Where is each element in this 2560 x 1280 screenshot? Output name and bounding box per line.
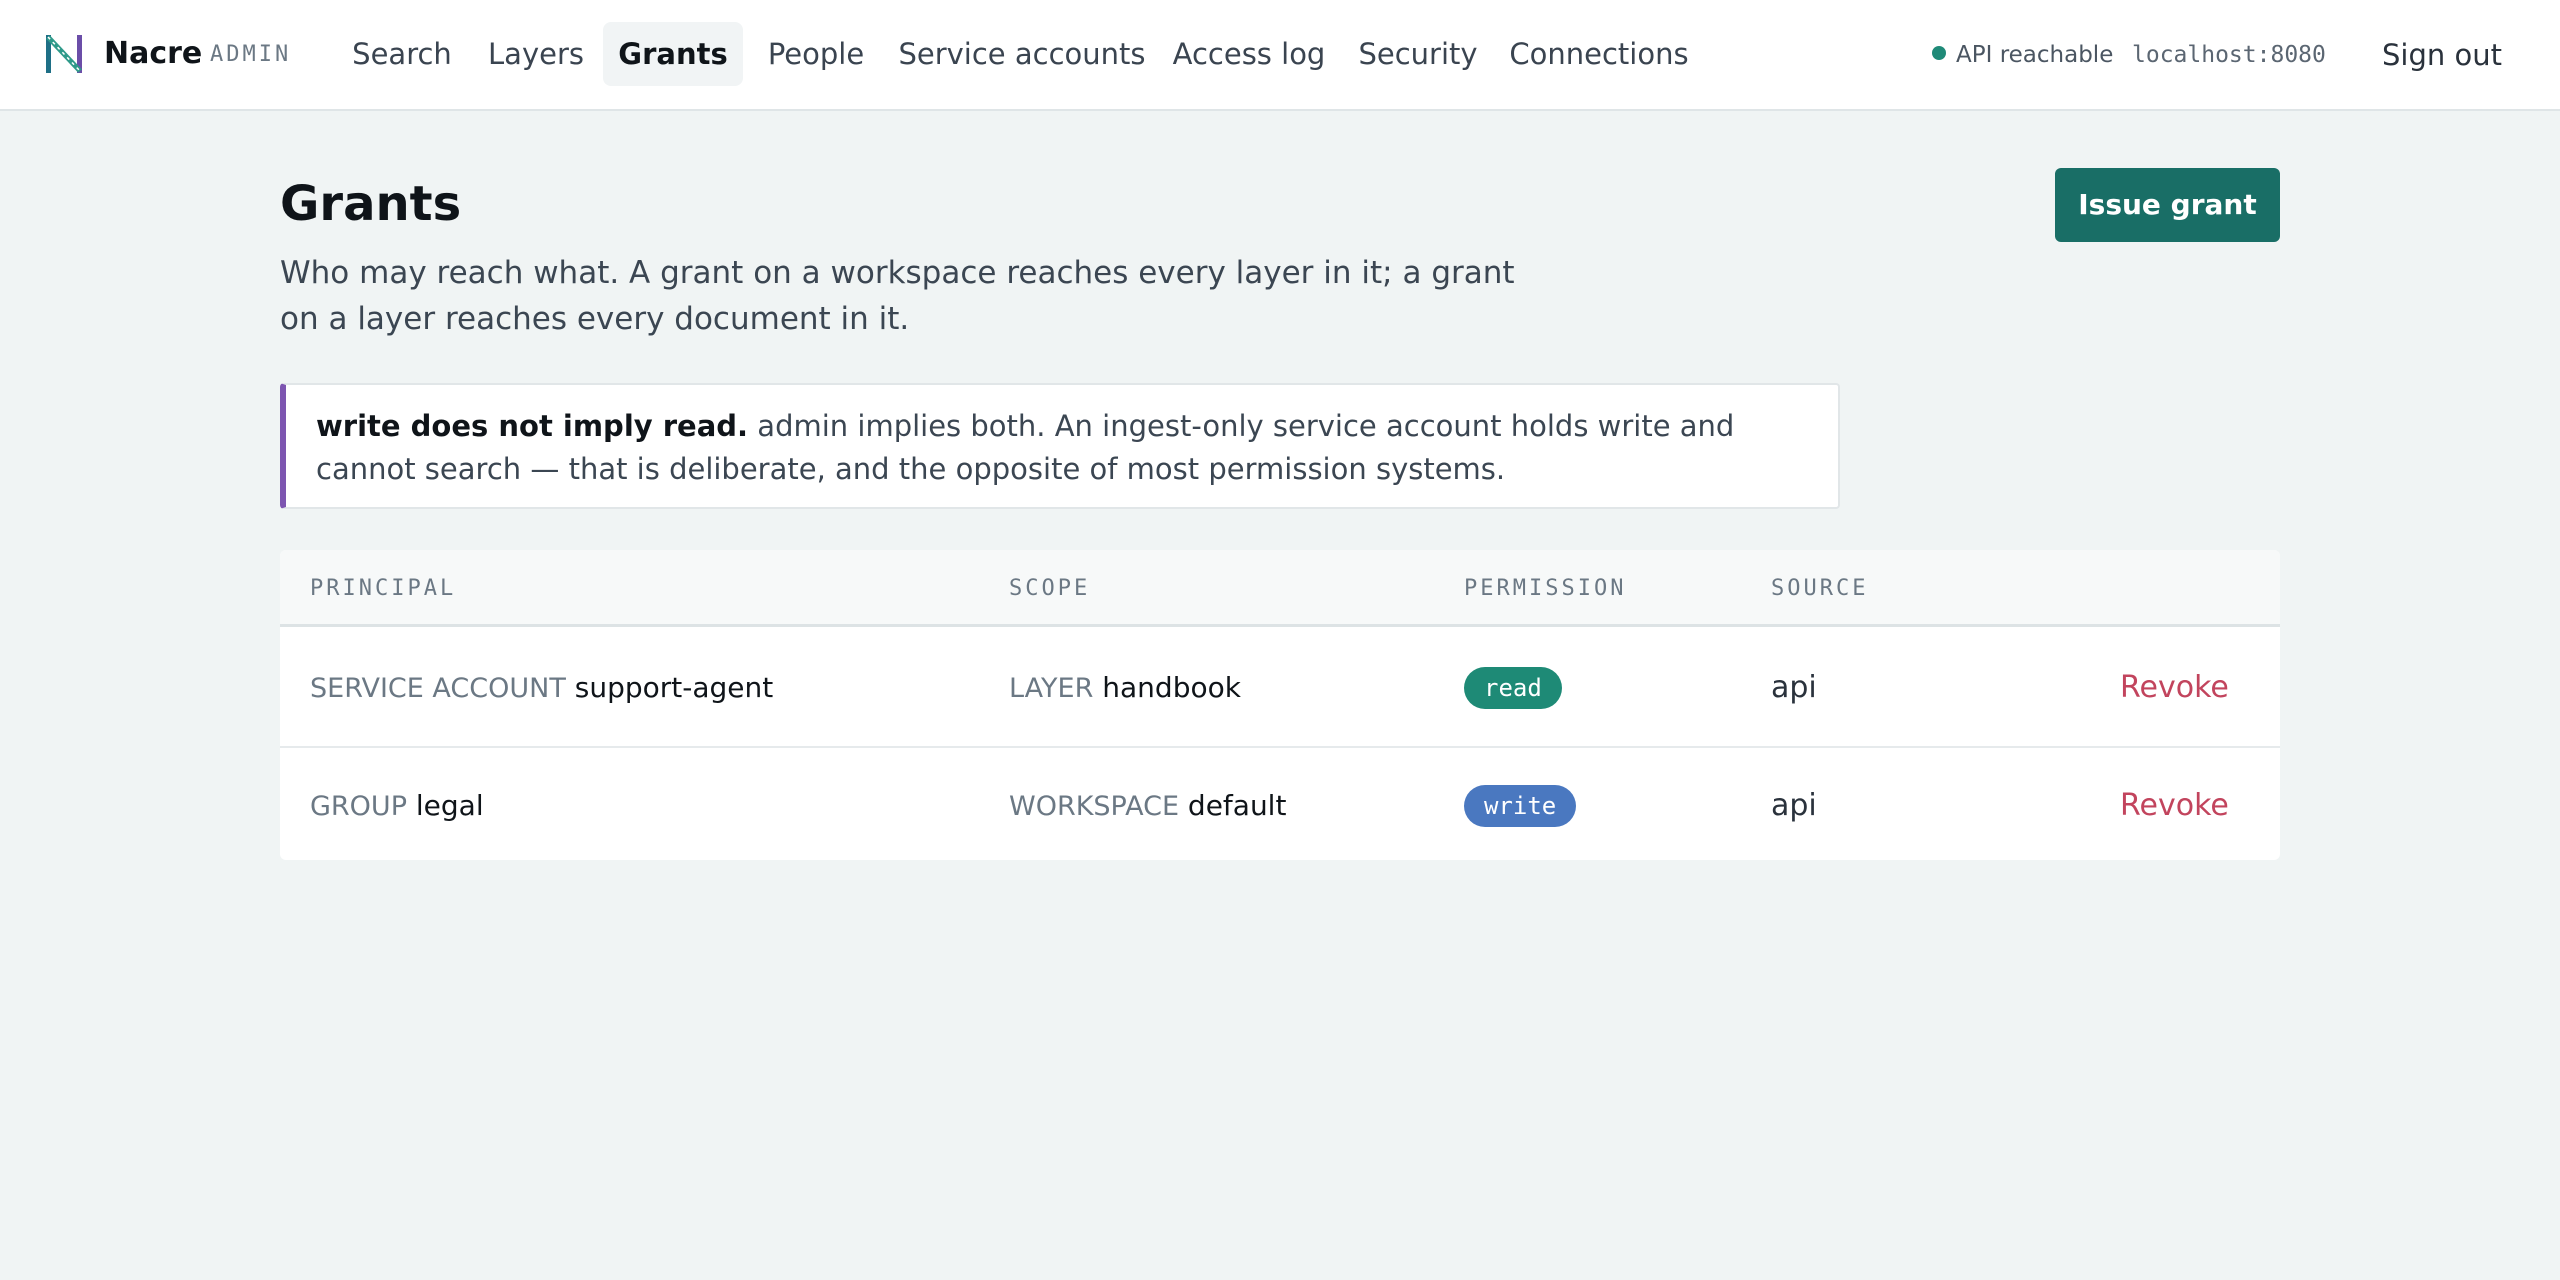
scope-name: default <box>1187 789 1287 822</box>
sign-out-button[interactable]: Sign out <box>2372 30 2512 80</box>
grants-table: PRINCIPAL SCOPE PERMISSION SOURCE SERVIC… <box>280 550 2280 860</box>
table-row: SERVICE ACCOUNT support-agent LAYER hand… <box>280 630 2280 746</box>
callout-heading: write does not imply read. <box>316 409 749 443</box>
page-description: Who may reach what. A grant on a workspa… <box>280 255 1515 337</box>
nav-people[interactable]: People <box>756 22 876 86</box>
nacre-logo-icon[interactable] <box>44 33 84 75</box>
permission-badge: read <box>1464 667 1562 709</box>
principal-name: support-agent <box>574 671 774 704</box>
column-header-scope: SCOPE <box>1009 576 1091 601</box>
api-status: API reachable <box>1932 38 2113 72</box>
column-header-principal: PRINCIPAL <box>310 576 457 601</box>
scope-name: handbook <box>1102 671 1241 704</box>
scope-cell: LAYER handbook <box>1009 630 1241 746</box>
table-row: GROUP legal WORKSPACE default write api … <box>280 746 2280 860</box>
nav-security[interactable]: Security <box>1352 22 1484 86</box>
nav-service-accounts[interactable]: Service accounts <box>896 22 1148 86</box>
nav-connections[interactable]: Connections <box>1504 22 1694 86</box>
nav-search[interactable]: Search <box>340 22 464 86</box>
page-title: Grants <box>280 176 462 232</box>
column-header-permission: PERMISSION <box>1464 576 1627 601</box>
table-header: PRINCIPAL SCOPE PERMISSION SOURCE <box>280 550 2280 627</box>
nav-layers[interactable]: Layers <box>478 22 594 86</box>
principal-name: legal <box>415 789 484 822</box>
brand-name[interactable]: Nacre <box>104 34 202 74</box>
revoke-button[interactable]: Revoke <box>2120 630 2229 746</box>
revoke-button[interactable]: Revoke <box>2120 748 2229 860</box>
status-dot-icon <box>1932 46 1946 60</box>
permission-callout: write does not imply read. admin implies… <box>280 383 1840 509</box>
permission-badge: write <box>1464 785 1577 827</box>
source-cell: api <box>1771 670 1817 705</box>
brand-subtitle: ADMIN <box>210 42 292 67</box>
scope-kind: WORKSPACE <box>1009 791 1180 822</box>
top-bar: Nacre ADMIN Search Layers Grants People … <box>0 0 2560 111</box>
scope-cell: WORKSPACE default <box>1009 748 1286 860</box>
source-cell: api <box>1771 788 1817 823</box>
nav-grants[interactable]: Grants <box>603 22 743 86</box>
principal-cell: SERVICE ACCOUNT support-agent <box>310 630 773 746</box>
api-status-text: API reachable <box>1956 42 2114 68</box>
column-header-source: SOURCE <box>1771 576 1869 601</box>
principal-kind: SERVICE ACCOUNT <box>310 673 566 704</box>
nav-access-log[interactable]: Access log <box>1166 22 1332 86</box>
principal-cell: GROUP legal <box>310 748 484 860</box>
api-host: localhost:8080 <box>2132 42 2326 68</box>
scope-kind: LAYER <box>1009 673 1094 704</box>
principal-kind: GROUP <box>310 791 407 822</box>
issue-grant-button[interactable]: Issue grant <box>2055 168 2280 242</box>
